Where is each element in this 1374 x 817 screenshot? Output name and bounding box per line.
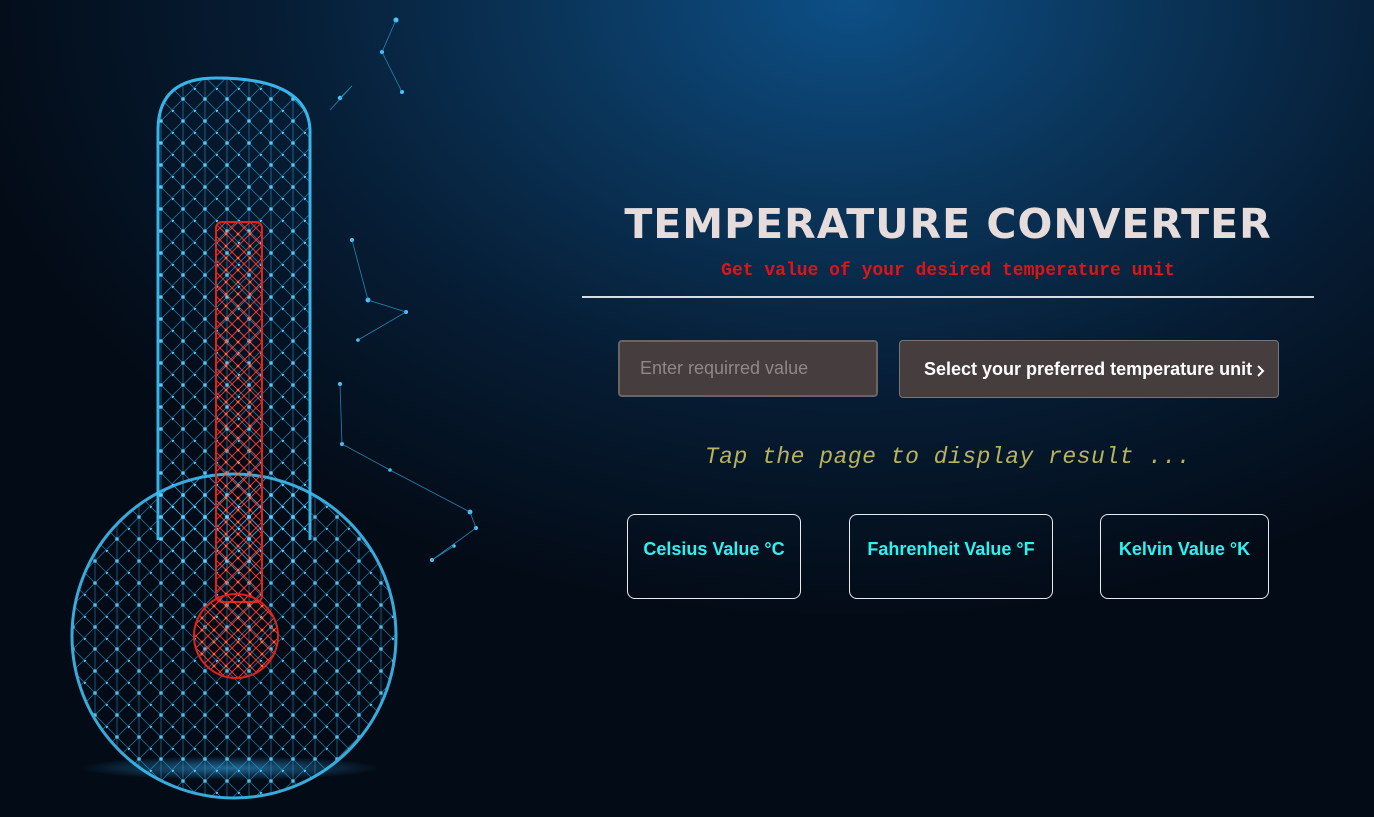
divider — [582, 296, 1314, 298]
value-input[interactable] — [618, 340, 878, 397]
celsius-label: Celsius Value °C — [643, 539, 785, 559]
fahrenheit-result: Fahrenheit Value °F — [849, 514, 1053, 599]
kelvin-label: Kelvin Value °K — [1118, 539, 1251, 559]
chevron-down-icon — [1257, 365, 1265, 377]
unit-select-label: Select your preferred temperature unit — [924, 358, 1253, 379]
kelvin-result: Kelvin Value °K — [1100, 514, 1269, 599]
input-row: Select your preferred temperature unit — [618, 340, 1280, 398]
page-title: TEMPERATURE CONVERTER — [624, 200, 1272, 248]
converter-panel: TEMPERATURE CONVERTER Get value of your … — [582, 200, 1314, 599]
page-subtitle: Get value of your desired temperature un… — [721, 261, 1175, 281]
result-prompt: Tap the page to display result ... — [704, 444, 1192, 470]
celsius-result: Celsius Value °C — [627, 514, 801, 599]
unit-select[interactable]: Select your preferred temperature unit — [899, 340, 1279, 398]
thermometer-icon — [70, 17, 478, 800]
fahrenheit-label: Fahrenheit Value °F — [867, 539, 1035, 559]
